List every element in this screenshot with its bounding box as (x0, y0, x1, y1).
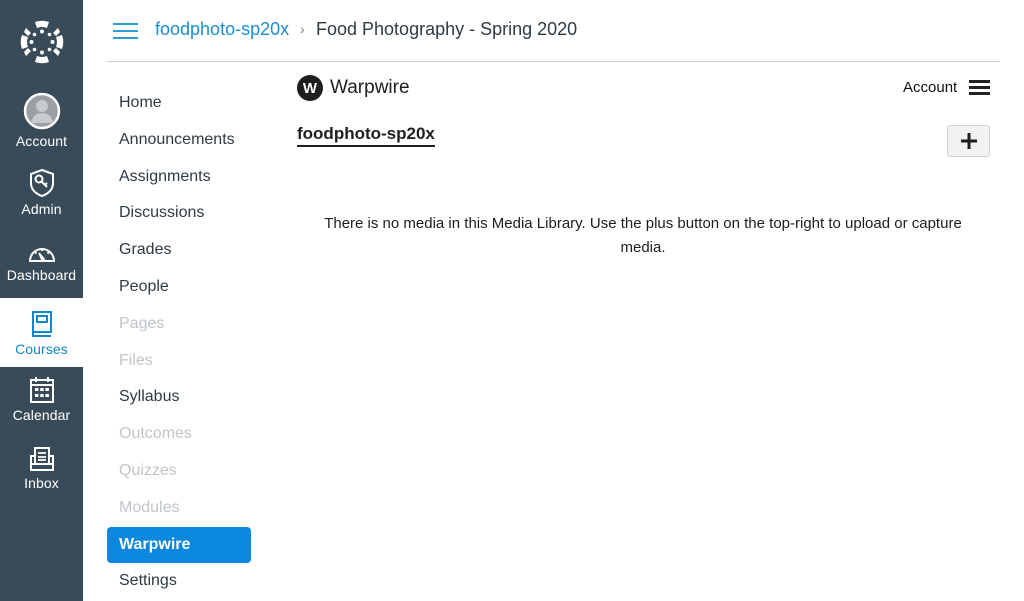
global-nav-label: Admin (21, 201, 62, 217)
global-nav-account[interactable]: Account (0, 92, 83, 149)
global-nav-admin[interactable]: Admin (0, 168, 83, 217)
course-nav-quizzes[interactable]: Quizzes (107, 453, 251, 490)
hamburger-line (113, 37, 138, 39)
avatar-icon (23, 92, 60, 130)
plus-icon (960, 133, 977, 149)
warpwire-account-link[interactable]: Account (903, 79, 957, 96)
hamburger-line (113, 30, 138, 32)
course-nav-files[interactable]: Files (107, 343, 251, 380)
hamburger-line (113, 23, 138, 25)
breadcrumb-course-link[interactable]: foodphoto-sp20x (155, 19, 289, 40)
course-nav-home[interactable]: Home (107, 85, 251, 122)
global-nav-calendar[interactable]: Calendar (0, 376, 83, 423)
menu-line (969, 92, 990, 95)
course-nav-pages[interactable]: Pages (107, 306, 251, 343)
warpwire-brand-name: Warpwire (330, 77, 410, 98)
global-nav-label: Courses (15, 341, 68, 357)
speedometer-icon (28, 248, 55, 262)
course-nav-outcomes[interactable]: Outcomes (107, 416, 251, 453)
menu-line (969, 86, 990, 89)
course-menu-toggle[interactable] (113, 20, 138, 40)
global-nav-label: Calendar (12, 407, 71, 423)
page-header: foodphoto-sp20x › Food Photography - Spr… (107, 0, 1000, 62)
course-nav: Home Announcements Assignments Discussio… (107, 85, 251, 599)
book-icon (31, 311, 52, 337)
global-nav-inbox[interactable]: Inbox (0, 446, 83, 491)
course-nav-grades[interactable]: Grades (107, 232, 251, 269)
global-nav: Account Admin Dashboard Courses Calendar… (0, 0, 83, 601)
breadcrumb-current: Food Photography - Spring 2020 (316, 19, 578, 39)
menu-line (969, 80, 990, 83)
course-nav-warpwire[interactable]: Warpwire (107, 526, 251, 563)
global-nav-courses[interactable]: Courses (0, 298, 83, 367)
course-nav-discussions[interactable]: Discussions (107, 195, 251, 232)
shield-key-icon (29, 168, 54, 198)
course-nav-settings[interactable]: Settings (107, 563, 251, 600)
course-nav-modules[interactable]: Modules (107, 490, 251, 527)
global-nav-label: Dashboard (6, 267, 77, 283)
canvas-logo[interactable] (0, 10, 83, 74)
media-library-title[interactable]: foodphoto-sp20x (297, 124, 435, 147)
global-nav-label: Inbox (24, 475, 59, 491)
course-nav-people[interactable]: People (107, 269, 251, 306)
course-nav-announcements[interactable]: Announcements (107, 122, 251, 159)
course-nav-assignments[interactable]: Assignments (107, 159, 251, 196)
empty-library-message: There is no media in this Media Library.… (324, 215, 962, 256)
warpwire-logo-icon: W (297, 75, 323, 101)
course-nav-syllabus[interactable]: Syllabus (107, 379, 251, 416)
add-media-button[interactable] (947, 125, 990, 157)
global-nav-label: Account (15, 133, 68, 149)
warpwire-menu-icon[interactable] (969, 80, 990, 96)
warpwire-logo[interactable]: W Warpwire (297, 75, 410, 101)
breadcrumb-separator-icon: › (300, 21, 305, 37)
calendar-icon (29, 377, 54, 403)
inbox-icon (29, 447, 54, 471)
canvas-logo-icon (20, 20, 63, 64)
global-nav-dashboard[interactable]: Dashboard (0, 242, 83, 283)
